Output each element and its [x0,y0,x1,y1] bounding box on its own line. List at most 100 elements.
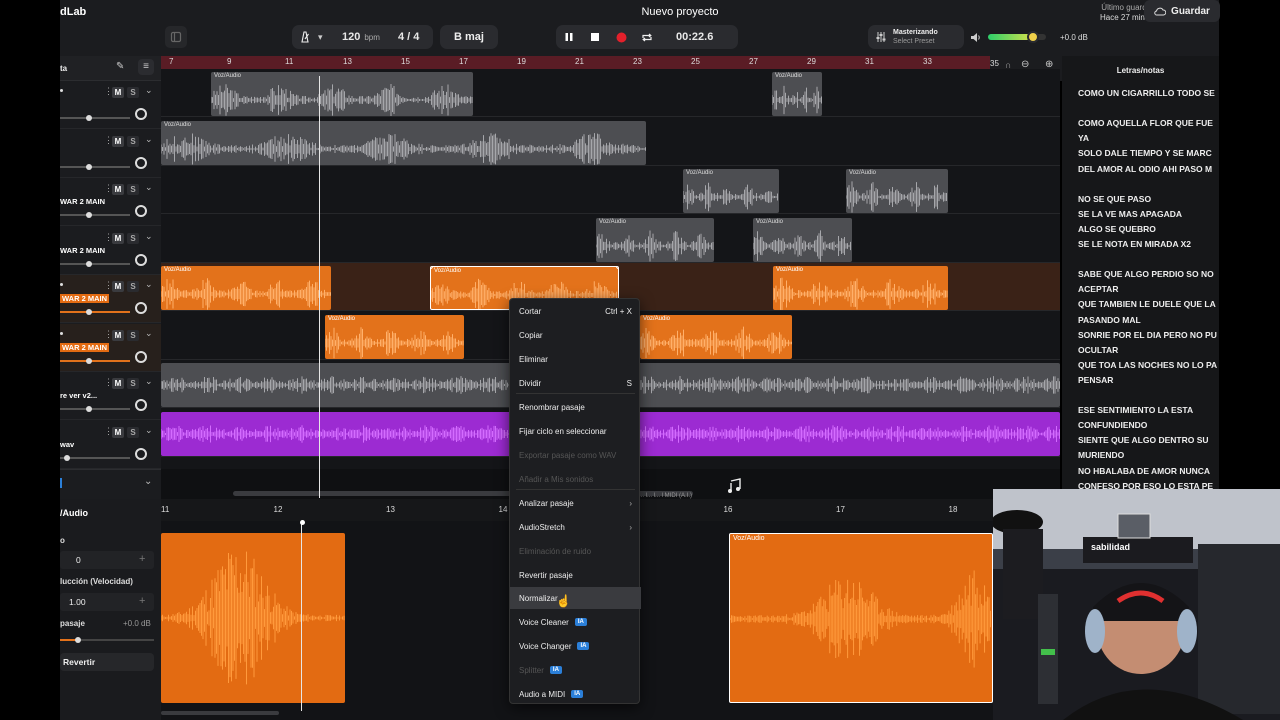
audio-clip[interactable]: Voz/Audio [753,217,852,262]
track-header[interactable]: ⋮ M S ⌄ re ver v2... [60,372,161,420]
menu-item-cortar[interactable]: Cortar Ctrl + X [510,300,641,322]
lyric-line[interactable]: PASANDO MAL [1078,315,1141,325]
plus-icon[interactable]: + [139,553,145,565]
track-header[interactable]: ⋮ M S ⌄ WAR 2 MAIN [60,323,161,372]
lyric-line[interactable]: CONFUNDIENDO [1078,420,1147,430]
pitch-stepper[interactable]: 0 + [60,551,154,569]
chevron-down-icon[interactable]: ⌄ [145,328,153,339]
chevron-down-icon[interactable]: ⌄ [145,231,153,242]
menu-item-voice-cleaner[interactable]: Voice Cleaner IA [510,611,641,633]
editor-clip-right[interactable]: Voz/Audio [729,533,993,703]
lyric-line[interactable]: OCULTAR [1078,345,1118,355]
solo-button[interactable]: S [127,87,139,98]
pan-knob[interactable] [135,350,147,363]
menu-item-fijar-ciclo-en-seleccionar[interactable]: Fijar ciclo en seleccionar [510,420,641,442]
fader-handle[interactable] [86,357,92,364]
time-signature[interactable]: 4 / 4 [398,31,419,43]
speaker-icon[interactable] [970,32,982,43]
music-note-icon[interactable] [726,478,742,494]
gain-slider[interactable] [60,637,154,643]
clip-resize-handle[interactable] [616,267,618,269]
lyric-line[interactable]: SIENTE QUE ALGO DENTRO SU [1078,435,1209,445]
chevron-down-icon[interactable]: ⌄ [145,134,153,145]
track-lane[interactable]: Voz/Audio Voz/Audio [161,69,1060,117]
audio-clip-orange[interactable]: Voz/Audio [161,266,331,310]
audio-clip[interactable]: Voz/Audio [161,120,646,165]
audio-clip[interactable]: Voz/Audio [596,217,714,262]
track-header[interactable]: ⋮ M S ⌄ wav [60,421,161,469]
lyric-line[interactable]: SE LE NOTA EN MIRADA X2 [1078,239,1191,249]
pencil-icon[interactable]: ✎ [116,61,124,72]
metronome-button[interactable] [292,25,318,49]
chevron-down-icon[interactable]: ⌄ [145,279,153,290]
lyric-line[interactable]: SE LA VE MAS APAGADA [1078,209,1182,219]
pan-knob[interactable] [135,302,147,314]
menu-item-renombrar-pasaje[interactable]: Renombrar pasaje [510,396,641,418]
track-lane[interactable]: Voz/Audio [161,118,1060,166]
lyric-line[interactable]: SONRIE POR EL DIA PERO NO PU [1078,330,1217,340]
menu-item-copiar[interactable]: Copiar [510,324,641,346]
solo-button[interactable]: S [127,232,139,244]
panel-toggle-button[interactable] [165,26,187,48]
menu-item-audio-a-midi[interactable]: Audio a MIDI IA [510,683,641,705]
tempo-value[interactable]: 120 [342,31,360,43]
audio-clip-orange[interactable]: Voz/Audio [640,314,792,359]
track-volume-fader[interactable] [60,115,130,121]
mastering-group[interactable]: Masterizando Select Preset [868,25,964,49]
lyric-line[interactable]: MURIENDO [1078,450,1124,460]
fader-handle[interactable] [86,115,92,121]
lyric-line[interactable]: SOLO DALE TIEMPO Y SE MARC [1078,148,1212,158]
fader-handle[interactable] [86,406,92,412]
speed-value[interactable]: 1.00 [69,597,86,607]
track-header[interactable]: ⋮ M S ⌄ WAR 2 MAIN [60,275,161,323]
track-name[interactable]: wav [60,440,74,449]
chevron-down-icon[interactable]: ⌄ [144,476,152,487]
menu-item-audiostretch[interactable]: AudioStretch › [510,516,641,538]
lyric-line[interactable]: QUE TOA LAS NOCHES NO LO PA [1078,360,1217,370]
mute-button[interactable]: M [112,87,124,98]
track-name[interactable]: WAR 2 MAIN [60,294,109,303]
lyric-line[interactable]: QUE TAMBIEN LE DUELE QUE LA [1078,299,1216,309]
lyric-line[interactable]: SABE QUE ALGO PERDIO SO NO [1078,269,1214,279]
track-header[interactable]: ⋮ M S ⌄ [60,81,161,129]
fader-handle[interactable] [86,260,92,267]
solo-button[interactable]: S [127,378,139,389]
track-lane[interactable]: Voz/Audio Voz/Audio [161,215,1060,263]
editor-clip-left[interactable] [161,533,345,703]
lyric-line[interactable]: COMO AQUELLA FLOR QUE FUE [1078,118,1213,128]
stop-button[interactable] [582,25,608,49]
fader-handle[interactable] [86,212,92,218]
track-volume-fader[interactable] [60,406,130,412]
pitch-value[interactable]: 0 [76,555,81,565]
speed-stepper[interactable]: 1.00 + [60,593,154,611]
timeline-ruler[interactable]: 7 9 11 13 15 17 19 21 23 25 27 29 31 33 [161,56,990,69]
mute-button[interactable]: M [112,232,124,244]
track-volume-fader[interactable] [60,309,130,315]
lyric-line[interactable]: NO SE QUE PASO [1078,194,1151,204]
pan-knob[interactable] [135,156,147,169]
lyrics-panel[interactable]: Letras/notas COMO UN CIGARRILLO TODO SE C… [1062,56,1219,496]
track-volume-fader[interactable] [60,212,130,218]
fader-handle[interactable] [64,454,70,461]
chevron-down-icon[interactable]: ▾ [318,32,332,43]
project-title[interactable]: Nuevo proyecto [590,6,770,18]
master-volume-handle[interactable] [1027,31,1040,43]
menu-item-analizar-pasaje[interactable]: Analizar pasaje › [510,492,641,514]
editor-playhead[interactable] [301,521,302,711]
pan-knob[interactable] [135,108,147,120]
solo-button[interactable]: S [127,281,139,292]
key-selector[interactable]: B maj [440,25,498,49]
lyric-line[interactable]: PENSAR [1078,375,1113,385]
audio-clip-orange[interactable]: Voz/Audio [325,314,464,359]
audio-clip-orange[interactable]: Voz/Audio [773,266,948,310]
save-button[interactable]: Guardar [1144,0,1220,22]
plus-icon[interactable]: + [139,595,145,607]
pause-button[interactable] [556,25,582,49]
solo-button[interactable]: S [127,135,139,147]
lyric-line[interactable]: ACEPTAR [1078,284,1118,294]
mute-button[interactable]: M [112,135,124,147]
clip-resize-handle[interactable] [431,267,433,269]
lyric-line[interactable]: DEL AMOR AL ODIO AHI PASO M [1078,164,1212,174]
mute-button[interactable]: M [112,329,124,341]
playhead[interactable] [319,76,320,498]
